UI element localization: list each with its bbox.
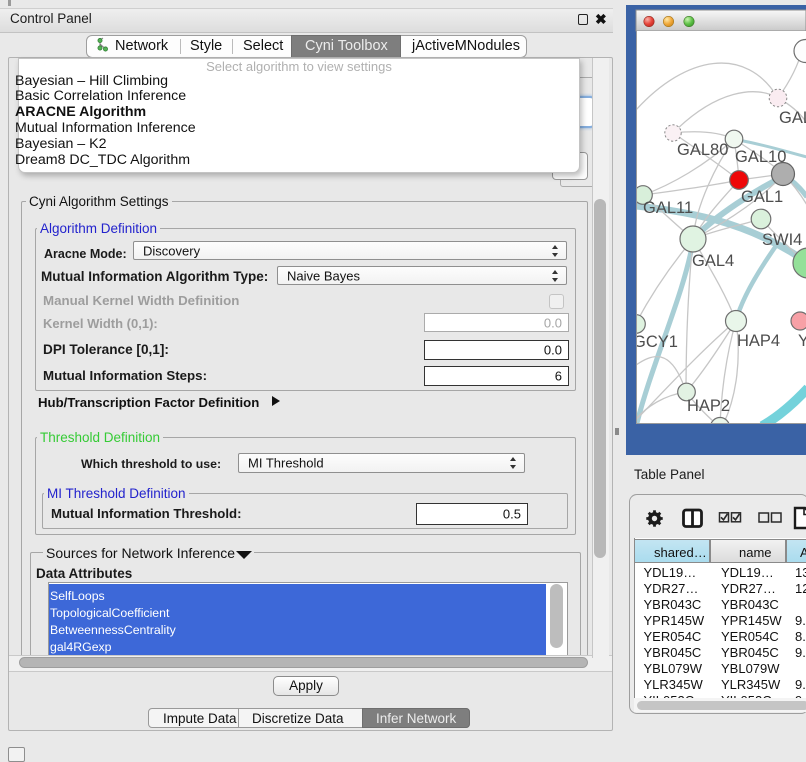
- svg-text:HAP2: HAP2: [687, 397, 730, 415]
- svg-text:Y: Y: [798, 332, 806, 350]
- svg-text:GAL1: GAL1: [741, 188, 783, 206]
- svg-text:HAP4: HAP4: [737, 332, 780, 350]
- svg-text:GAL7: GAL7: [779, 109, 806, 127]
- svg-text:GAL10: GAL10: [735, 148, 786, 166]
- svg-text:SWI4: SWI4: [762, 231, 802, 249]
- svg-text:GAL11: GAL11: [643, 199, 693, 217]
- svg-text:GCY1: GCY1: [633, 333, 678, 351]
- svg-text:GAL4: GAL4: [692, 252, 734, 270]
- svg-text:GAL80: GAL80: [677, 141, 728, 159]
